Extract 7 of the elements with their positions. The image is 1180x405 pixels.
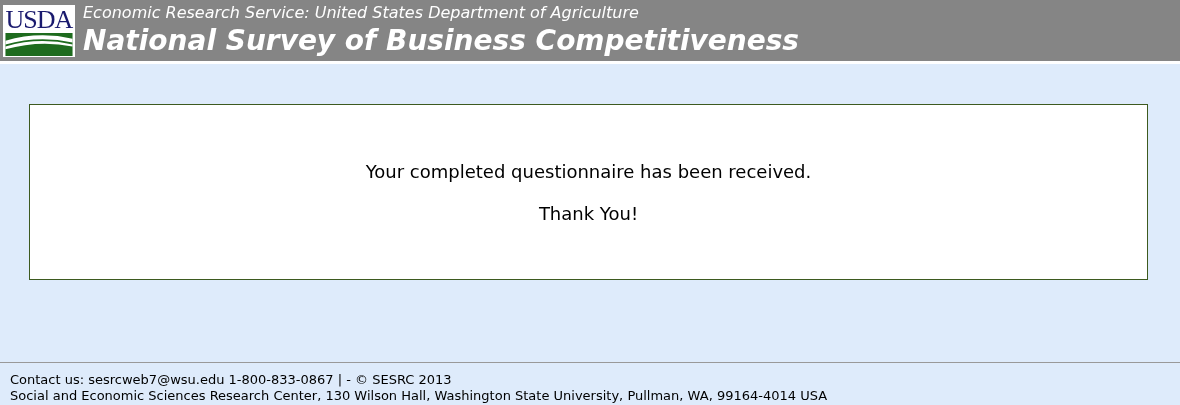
message-text: Your completed questionnaire has been received. xyxy=(365,161,812,183)
agency-name: Economic Research Service: United States Department of Agriculture xyxy=(83,2,640,23)
address-text: Social and Economic Sciences Research Center, 130 Wilson Hall, Washington State University, Pullman, WA, 99164-4014 USA xyxy=(10,388,829,404)
survey-title: National Survey of Business Competitiveness xyxy=(83,22,800,59)
message-text: Thank You! xyxy=(538,203,639,225)
contact-text: Contact us: sesrcweb7@wsu.edu 1-800-833-0867 | - © SESRC 2013 xyxy=(10,372,453,388)
logo-text: USDA xyxy=(5,5,73,33)
